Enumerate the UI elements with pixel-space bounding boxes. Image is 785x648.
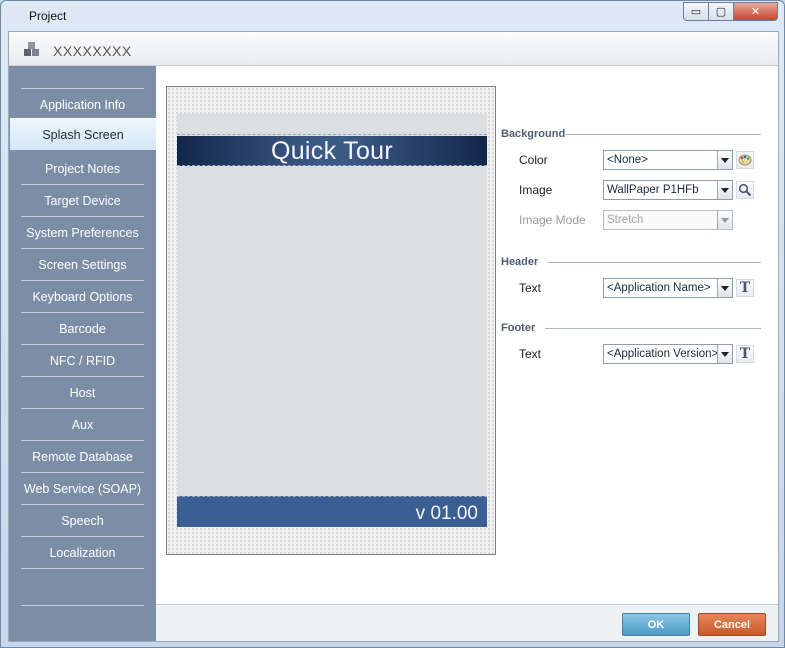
chevron-down-icon[interactable]: [717, 345, 732, 363]
image-label: Image: [519, 183, 553, 197]
title-bar[interactable]: Project ▭ ▢ ✕: [1, 1, 784, 31]
text-format-icon: T: [739, 280, 751, 296]
project-blocks-icon: [24, 42, 39, 56]
sidebar-item-label: Keyboard Options: [32, 289, 133, 304]
image-mode-dropdown-value: Stretch: [607, 214, 644, 226]
sidebar-item-target-device[interactable]: Target Device: [21, 185, 144, 217]
client-area: XXXXXXXX Application Info Splash Screen Pr…: [8, 31, 779, 642]
color-label: Color: [519, 153, 548, 167]
footer-text-dropdown[interactable]: <Application Version>: [603, 344, 733, 364]
header-text-label: Text: [519, 281, 542, 295]
maximize-icon: ▢: [715, 6, 727, 18]
sidebar-item-label: Web Service (SOAP): [23, 481, 142, 496]
footer-text-label: Text: [519, 347, 542, 361]
splash-preview: Quick Tour v 01.00: [166, 86, 496, 555]
palette-icon: [738, 154, 752, 166]
preview-header-text: Quick Tour: [270, 137, 394, 165]
footer-section-label: Footer: [501, 322, 536, 334]
preview-screen: Quick Tour v 01.00: [177, 114, 487, 527]
sidebar-item-project-notes[interactable]: Project Notes: [21, 153, 144, 185]
project-header: XXXXXXXX: [9, 32, 778, 66]
sidebar-item-label: Splash Screen: [42, 127, 124, 142]
cancel-button[interactable]: Cancel: [698, 613, 766, 636]
sidebar-item-label: Target Device: [44, 193, 121, 208]
window-title: Project: [29, 9, 67, 23]
sidebar-item-label: Application Info: [39, 97, 126, 112]
window-controls: ▭ ▢ ✕: [683, 2, 778, 22]
image-mode-label: Image Mode: [519, 213, 586, 227]
image-browse-button[interactable]: [736, 181, 754, 199]
footer-font-button[interactable]: T: [736, 345, 754, 363]
project-name: XXXXXXXX: [53, 43, 132, 59]
sidebar-item-nfc-rfid[interactable]: NFC / RFID: [21, 345, 144, 377]
color-dropdown-value: <None>: [607, 154, 648, 166]
sidebar-item-label: Aux: [71, 417, 94, 432]
header-text-dropdown-value: <Application Name>: [607, 282, 711, 294]
preview-footer-band[interactable]: v 01.00: [177, 496, 487, 527]
sidebar-item-label: Screen Settings: [38, 257, 127, 272]
chevron-down-icon[interactable]: [717, 211, 732, 229]
sidebar: Application Info Splash Screen Project Not…: [9, 66, 156, 641]
sidebar-item-speech[interactable]: Speech: [21, 505, 144, 537]
minimize-button[interactable]: ▭: [683, 2, 709, 21]
header-text-dropdown[interactable]: <Application Name>: [603, 278, 733, 298]
text-format-icon: T: [739, 346, 751, 362]
sidebar-item-splash-screen[interactable]: Splash Screen: [10, 118, 156, 150]
footer-text-dropdown-value: <Application Version>: [607, 348, 717, 360]
header-section-line: [548, 262, 761, 263]
sidebar-item-label: Speech: [61, 513, 104, 528]
ok-button[interactable]: OK: [622, 613, 690, 636]
sidebar-item-label: System Preferences: [26, 225, 139, 240]
preview-header-band[interactable]: Quick Tour: [177, 136, 487, 166]
splash-screen-panel: Quick Tour v 01.00 Background Color <Non…: [156, 66, 778, 604]
chevron-down-icon[interactable]: [717, 279, 732, 297]
image-dropdown[interactable]: WallPaper P1HFb: [603, 180, 733, 200]
background-section-line: [566, 134, 761, 135]
sidebar-item-barcode[interactable]: Barcode: [21, 313, 144, 345]
sidebar-item-aux[interactable]: Aux: [21, 409, 144, 441]
minimize-icon: ▭: [690, 6, 702, 18]
chevron-down-icon[interactable]: [717, 151, 732, 169]
background-section-label: Background: [501, 128, 566, 140]
maximize-button[interactable]: ▢: [709, 2, 734, 21]
color-dropdown[interactable]: <None>: [603, 150, 733, 170]
preview-footer-text: v 01.00: [415, 503, 478, 524]
sidebar-item-label: Remote Database: [32, 449, 133, 464]
sidebar-item-label: Barcode: [59, 321, 106, 336]
project-window: Project ▭ ▢ ✕ XXXXXXXX Application Info …: [0, 0, 785, 648]
image-mode-dropdown[interactable]: Stretch: [603, 210, 733, 230]
image-dropdown-value: WallPaper P1HFb: [607, 184, 699, 196]
dialog-button-bar: OK Cancel: [156, 604, 778, 641]
header-font-button[interactable]: T: [736, 279, 754, 297]
sidebar-item-label: Host: [69, 385, 96, 400]
chevron-down-icon[interactable]: [717, 181, 732, 199]
close-button[interactable]: ✕: [734, 2, 778, 21]
sidebar-item-keyboard-options[interactable]: Keyboard Options: [21, 281, 144, 313]
sidebar-divider-bottom: [21, 605, 144, 606]
sidebar-item-localization[interactable]: Localization: [21, 537, 144, 569]
color-picker-button[interactable]: [736, 151, 754, 169]
footer-section-line: [545, 328, 761, 329]
sidebar-item-label: Localization: [49, 545, 116, 560]
header-section-label: Header: [501, 256, 539, 268]
sidebar-item-system-preferences[interactable]: System Preferences: [21, 217, 144, 249]
sidebar-item-screen-settings[interactable]: Screen Settings: [21, 249, 144, 281]
close-icon: ✕: [750, 6, 761, 18]
sidebar-item-label: NFC / RFID: [49, 353, 116, 368]
preview-status-strip: [177, 114, 487, 135]
magnifier-icon: [738, 183, 752, 197]
sidebar-item-remote-database[interactable]: Remote Database: [21, 441, 144, 473]
sidebar-item-web-service-soap[interactable]: Web Service (SOAP): [21, 473, 144, 505]
sidebar-item-application-info[interactable]: Application Info: [21, 89, 144, 121]
sidebar-item-label: Project Notes: [44, 161, 121, 176]
sidebar-item-host[interactable]: Host: [21, 377, 144, 409]
